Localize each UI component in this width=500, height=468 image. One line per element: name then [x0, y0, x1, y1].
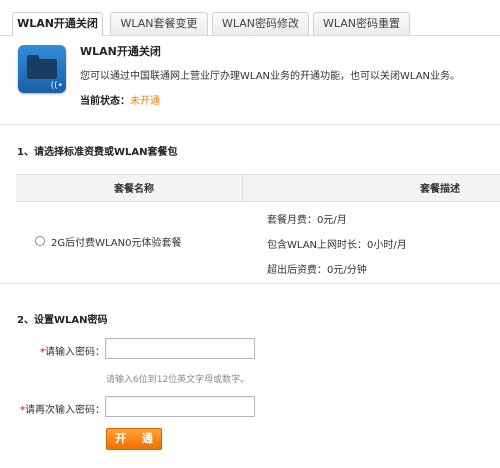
divider [0, 124, 500, 125]
section-title-package: 1、请选择标准资费或WLAN套餐包 [17, 147, 178, 158]
status-value: 未开通 [130, 96, 160, 107]
folder-shape [27, 55, 57, 79]
confirm-password-input[interactable] [105, 396, 255, 417]
password-hint: 请输入6位到12位英文字母或数字。 [106, 375, 250, 385]
confirm-label-text: 请再次输入密码： [25, 405, 105, 416]
wlan-folder-icon: ((• [18, 45, 66, 93]
table-header-divider [242, 174, 243, 202]
column-header-package-name: 套餐名称 [114, 184, 154, 195]
section-title-password: 2、设置WLAN密码 [17, 315, 108, 326]
divider [0, 283, 500, 284]
confirm-password-field-label: *请再次输入密码： [20, 401, 105, 416]
tab-wlan-open-close[interactable]: WLAN开通关闭 [12, 12, 103, 36]
package-radio-button[interactable] [35, 236, 45, 246]
wifi-icon: ((• [50, 81, 63, 91]
page-title: WLAN开通关闭 [80, 45, 161, 58]
current-status: 当前状态：未开通 [80, 92, 160, 107]
status-label: 当前状态： [80, 96, 130, 107]
tab-bar: WLAN开通关闭 WLAN套餐变更 WLAN密码修改 WLAN密码重置 [0, 0, 500, 36]
tab-wlan-password-reset[interactable]: WLAN密码重置 [313, 12, 410, 35]
tab-wlan-password-change[interactable]: WLAN密码修改 [212, 12, 309, 35]
column-header-package-description: 套餐描述 [420, 184, 460, 195]
password-input[interactable] [105, 338, 255, 359]
package-monthly-fee: 套餐月费：0元/月 [267, 215, 347, 226]
page-description: 您可以通过中国联通网上营业厅办理WLAN业务的开通功能，也可以关闭WLAN业务。 [80, 71, 461, 82]
password-label-text: 请输入密码： [45, 347, 105, 358]
password-field-label: *请输入密码： [40, 343, 105, 358]
tab-wlan-package-change[interactable]: WLAN套餐变更 [110, 12, 208, 35]
package-overage-rate: 超出后资费：0元/分钟 [267, 265, 367, 276]
package-included-time: 包含WLAN上网时长：0小时/月 [267, 240, 407, 251]
activate-button[interactable]: 开 通 [106, 428, 162, 450]
package-name[interactable]: 2G后付费WLAN0元体验套餐 [51, 234, 181, 249]
